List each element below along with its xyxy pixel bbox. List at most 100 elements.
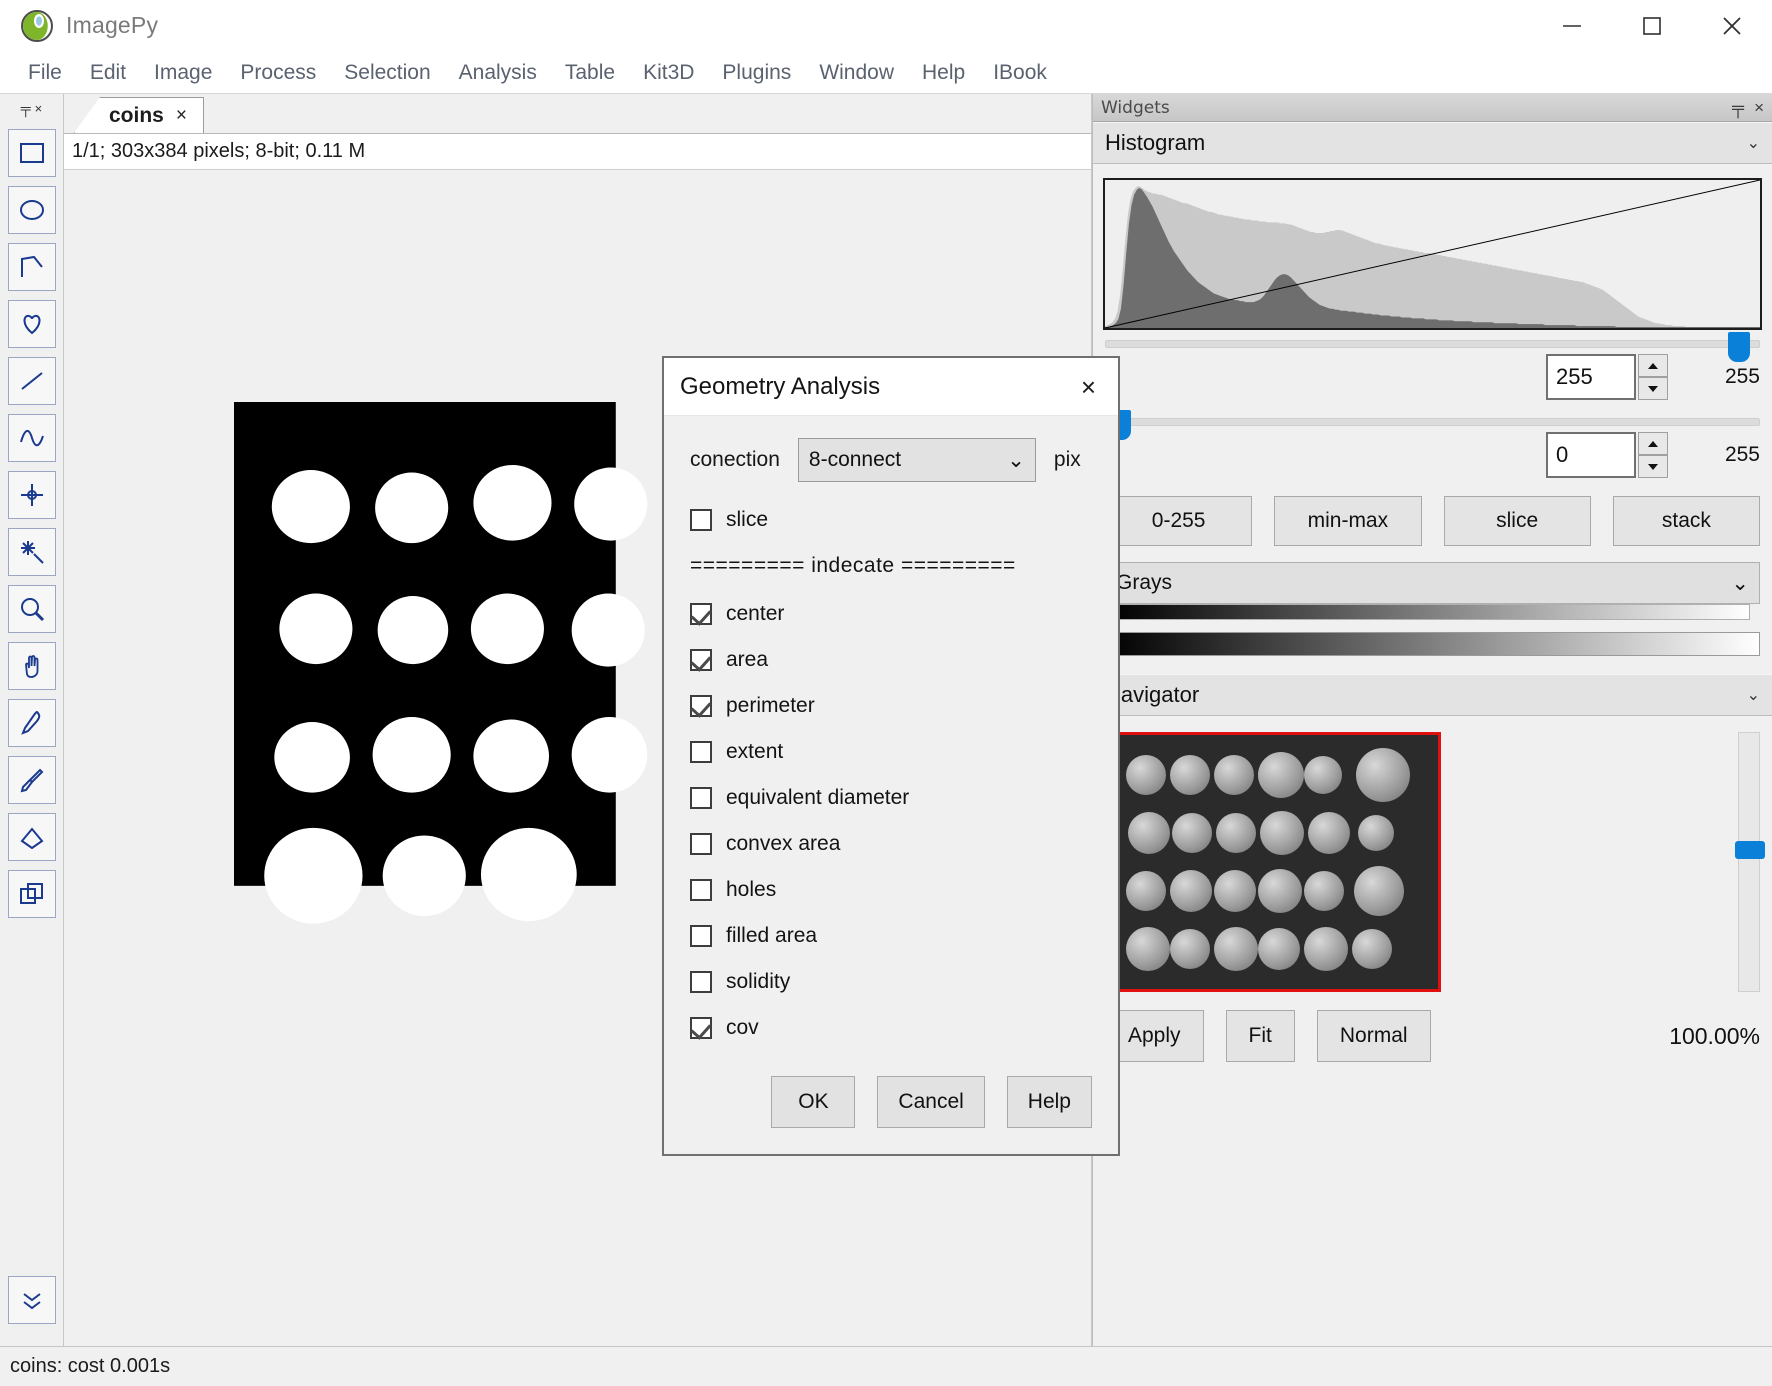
spin-down-icon[interactable] bbox=[1638, 455, 1668, 478]
spin-down-icon[interactable] bbox=[1638, 377, 1668, 400]
rectangle-tool[interactable] bbox=[8, 129, 56, 177]
more-tools-button[interactable] bbox=[8, 1276, 56, 1324]
canvas-area: coins × 1/1; 303x384 pixels; 8-bit; 0.11… bbox=[64, 94, 1092, 1346]
center-checkbox[interactable] bbox=[690, 603, 712, 625]
freehand-tool[interactable] bbox=[8, 300, 56, 348]
close-icon[interactable] bbox=[1692, 0, 1772, 52]
cov-checkbox[interactable] bbox=[690, 1017, 712, 1039]
menu-item-kit3d[interactable]: Kit3D bbox=[629, 59, 708, 87]
histogram-plot-wrap bbox=[1093, 164, 1772, 330]
range-slice-button[interactable]: slice bbox=[1444, 496, 1591, 546]
checkbox-holes[interactable]: holes bbox=[690, 878, 1094, 902]
chevron-down-icon[interactable]: ⌄ bbox=[1747, 685, 1760, 705]
layers-tool[interactable] bbox=[8, 870, 56, 918]
spin-up-icon[interactable] bbox=[1638, 354, 1668, 377]
dialog-close-icon[interactable]: × bbox=[1073, 370, 1104, 404]
ok-button[interactable]: OK bbox=[771, 1076, 855, 1128]
checkbox-extent[interactable]: extent bbox=[690, 740, 1094, 764]
spin-up-icon[interactable] bbox=[1638, 432, 1668, 455]
fit-button[interactable]: Fit bbox=[1226, 1010, 1295, 1062]
extent-checkbox[interactable] bbox=[690, 741, 712, 763]
toolbox-close-icon[interactable]: × bbox=[35, 101, 43, 116]
checkbox-slice[interactable]: slice bbox=[690, 508, 1094, 532]
tab-label: coins bbox=[109, 104, 164, 128]
chevron-down-icon: ⌄ bbox=[1731, 571, 1749, 596]
convex-area-checkbox[interactable] bbox=[690, 833, 712, 855]
menu-item-plugins[interactable]: Plugins bbox=[708, 59, 805, 87]
connection-unit: pix bbox=[1054, 448, 1081, 472]
checkbox-convex-area[interactable]: convex area bbox=[690, 832, 1094, 856]
area-checkbox[interactable] bbox=[690, 649, 712, 671]
help-button[interactable]: Help bbox=[1007, 1076, 1092, 1128]
chevron-down-icon[interactable]: ⌄ bbox=[1747, 133, 1760, 153]
checkbox-solidity[interactable]: solidity bbox=[690, 970, 1094, 994]
lut-gradient-bar[interactable] bbox=[1105, 632, 1760, 656]
tab-close-icon[interactable]: × bbox=[176, 105, 187, 127]
high-threshold-thumb[interactable] bbox=[1728, 332, 1750, 362]
navigator-scrollbar[interactable] bbox=[1738, 732, 1760, 992]
ellipse-tool[interactable] bbox=[8, 186, 56, 234]
navigator-scroll-thumb[interactable] bbox=[1735, 841, 1765, 859]
high-threshold-input[interactable]: 255 bbox=[1546, 354, 1636, 400]
solidity-checkbox[interactable] bbox=[690, 971, 712, 993]
zoom-tool[interactable] bbox=[8, 585, 56, 633]
pencil-tool[interactable] bbox=[8, 699, 56, 747]
equivalent-diameter-checkbox[interactable] bbox=[690, 787, 712, 809]
polyline-tool[interactable] bbox=[8, 414, 56, 462]
pin-icon[interactable]: ╤ bbox=[21, 101, 31, 115]
slice-checkbox[interactable] bbox=[690, 509, 712, 531]
navigator-section-header[interactable]: Navigator ⌄ bbox=[1093, 674, 1772, 716]
close-icon[interactable]: × bbox=[1754, 98, 1764, 118]
checkbox-label: area bbox=[726, 648, 768, 672]
checkbox-area[interactable]: area bbox=[690, 648, 1094, 672]
histogram-plot[interactable] bbox=[1103, 178, 1762, 330]
histogram-section-header[interactable]: Histogram ⌄ bbox=[1093, 122, 1772, 164]
normal-button[interactable]: Normal bbox=[1317, 1010, 1431, 1062]
line-tool[interactable] bbox=[8, 357, 56, 405]
navigator-coin bbox=[1304, 871, 1344, 911]
pin-icon[interactable]: ╤ bbox=[1732, 98, 1744, 118]
low-threshold-track[interactable] bbox=[1105, 418, 1760, 426]
range-stack-button[interactable]: stack bbox=[1613, 496, 1760, 546]
navigator-thumbnail[interactable] bbox=[1105, 732, 1441, 992]
checkbox-label: holes bbox=[726, 878, 776, 902]
high-threshold-track[interactable] bbox=[1105, 340, 1760, 348]
connection-select[interactable]: 8-connect ⌄ bbox=[798, 438, 1036, 482]
point-tool[interactable] bbox=[8, 471, 56, 519]
maximize-icon[interactable] bbox=[1612, 0, 1692, 52]
cancel-button[interactable]: Cancel bbox=[877, 1076, 984, 1128]
fill-tool[interactable] bbox=[8, 813, 56, 861]
navigator-coin bbox=[1258, 752, 1304, 798]
menu-item-edit[interactable]: Edit bbox=[76, 59, 140, 87]
lut-select[interactable]: Grays ⌄ bbox=[1105, 562, 1760, 604]
menu-item-file[interactable]: File bbox=[14, 59, 76, 87]
checkbox-center[interactable]: center bbox=[690, 602, 1094, 626]
menu-item-selection[interactable]: Selection bbox=[330, 59, 444, 87]
dropper-tool[interactable] bbox=[8, 756, 56, 804]
low-threshold-input[interactable]: 0 bbox=[1546, 432, 1636, 478]
checkbox-cov[interactable]: cov bbox=[690, 1016, 1094, 1040]
range-0-255-button[interactable]: 0-255 bbox=[1105, 496, 1252, 546]
low-threshold-spinner[interactable]: 0 bbox=[1546, 432, 1668, 478]
pan-tool[interactable] bbox=[8, 642, 56, 690]
menu-item-process[interactable]: Process bbox=[226, 59, 330, 87]
tab-coins[interactable]: coins × bbox=[74, 97, 204, 133]
minimize-icon[interactable] bbox=[1532, 0, 1612, 52]
menu-item-ibook[interactable]: IBook bbox=[979, 59, 1061, 87]
filled-area-checkbox[interactable] bbox=[690, 925, 712, 947]
menu-item-window[interactable]: Window bbox=[805, 59, 908, 87]
checkbox-filled-area[interactable]: filled area bbox=[690, 924, 1094, 948]
menu-item-help[interactable]: Help bbox=[908, 59, 979, 87]
checkbox-equivalent-diameter[interactable]: equivalent diameter bbox=[690, 786, 1094, 810]
polygon-tool[interactable] bbox=[8, 243, 56, 291]
checkbox-perimeter[interactable]: perimeter bbox=[690, 694, 1094, 718]
widgets-panel: Widgets ╤ × Histogram ⌄ bbox=[1092, 94, 1772, 1346]
range-min-max-button[interactable]: min-max bbox=[1274, 496, 1421, 546]
magic-wand-tool[interactable] bbox=[8, 528, 56, 576]
perimeter-checkbox[interactable] bbox=[690, 695, 712, 717]
menu-item-table[interactable]: Table bbox=[551, 59, 629, 87]
menu-item-analysis[interactable]: Analysis bbox=[445, 59, 551, 87]
holes-checkbox[interactable] bbox=[690, 879, 712, 901]
menu-item-image[interactable]: Image bbox=[140, 59, 226, 87]
high-threshold-spinner[interactable]: 255 bbox=[1546, 354, 1668, 400]
